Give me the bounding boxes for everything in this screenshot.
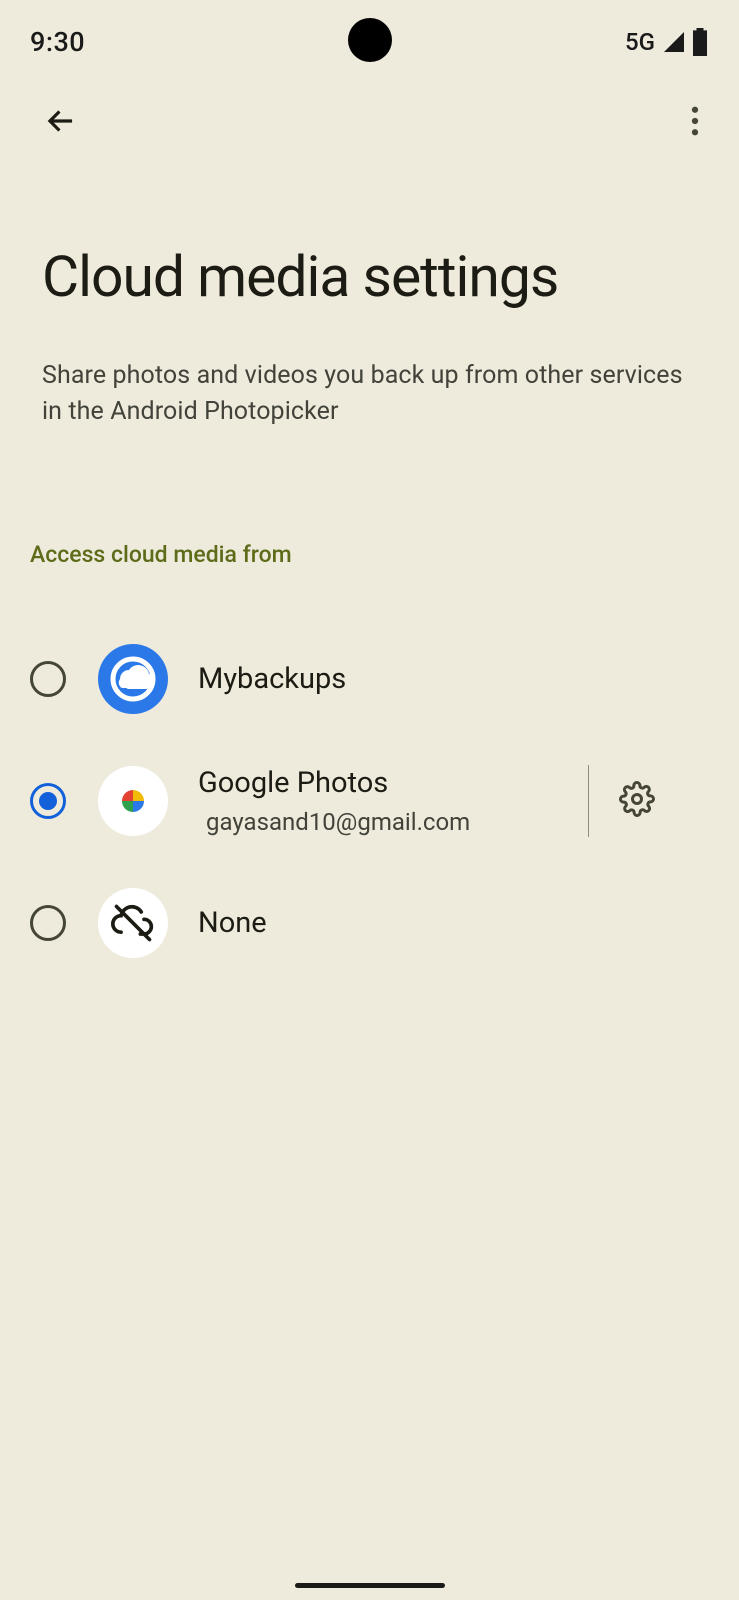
cloud-off-icon [98,888,168,958]
navigation-bar[interactable] [295,1583,445,1588]
back-button[interactable] [42,102,80,144]
mybackups-icon [98,644,168,714]
option-none[interactable]: None [30,862,697,984]
status-icons: 5G [625,28,709,56]
page-title: Cloud media settings [42,243,697,310]
app-bar [0,70,739,165]
status-time: 9:30 [30,26,85,58]
overflow-menu-button[interactable] [681,96,709,150]
radio-google-photos[interactable] [30,783,66,819]
option-text: None [198,906,697,940]
option-text: Mybackups [198,662,697,696]
gear-icon [619,781,655,817]
status-bar: 9:30 5G [0,0,739,70]
option-mybackups[interactable]: Mybackups [30,618,697,740]
battery-icon [691,28,709,56]
radio-mybackups[interactable] [30,661,66,697]
divider [588,765,589,837]
camera-cutout [348,18,392,62]
network-type: 5G [625,28,655,56]
content: Cloud media settings Share photos and vi… [0,243,739,984]
settings-section [588,740,655,862]
radio-none[interactable] [30,905,66,941]
settings-button[interactable] [619,781,655,821]
page-subtitle: Share photos and videos you back up from… [42,358,697,431]
more-vert-icon [691,106,699,136]
option-title: Mybackups [198,662,697,696]
signal-icon [661,30,687,54]
options-list: Mybackups Google Photos gayasand10@gmail… [30,618,697,984]
option-google-photos[interactable]: Google Photos gayasand10@gmail.com [30,740,697,862]
google-photos-icon [98,766,168,836]
option-title: None [198,906,697,940]
section-header: Access cloud media from [30,541,697,568]
arrow-back-icon [42,102,80,140]
